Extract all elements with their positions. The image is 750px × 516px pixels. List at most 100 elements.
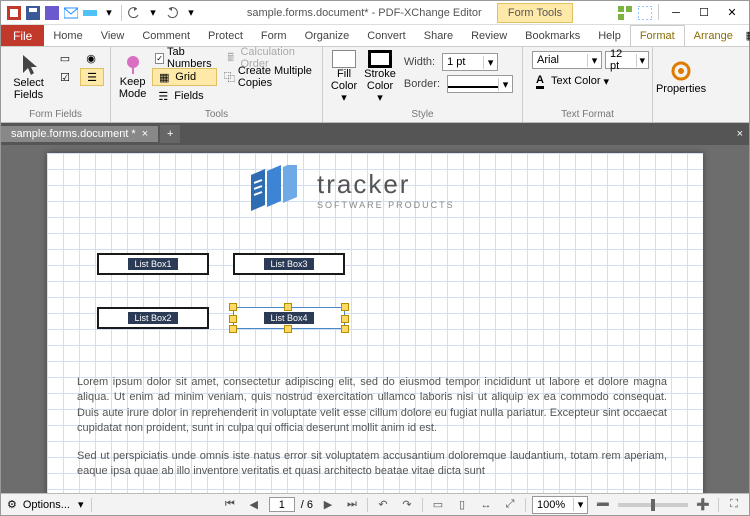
stroke-color-button[interactable]: Stroke Color▾ (363, 49, 397, 105)
first-page-button[interactable]: ⏮ (221, 497, 239, 513)
checked-icon: ✓ (155, 53, 164, 64)
zoom-actual-button[interactable]: ▭ (429, 497, 447, 513)
fields-icon: ☴ (155, 88, 171, 104)
tab-arrange[interactable]: Arrange (685, 25, 742, 46)
font-dropdown[interactable]: Arial▾ (532, 51, 602, 69)
resize-handle-s[interactable] (284, 325, 292, 333)
resize-handle-sw[interactable] (229, 325, 237, 333)
app-icon[interactable] (5, 4, 23, 22)
radio-icon: ◉ (83, 50, 99, 66)
new-tab-button[interactable]: + (160, 125, 180, 143)
tab-comment[interactable]: Comment (133, 25, 199, 46)
tab-protect[interactable]: Protect (199, 25, 252, 46)
ribbon-group-text-format: Arial▾ 12 pt▾ AText Color ▾ Text Format (523, 47, 653, 122)
close-all-button[interactable]: × (731, 128, 749, 140)
text-field-button[interactable]: ▭ (54, 49, 76, 67)
resize-handle-w[interactable] (229, 315, 237, 323)
tab-help[interactable]: Help (589, 25, 630, 46)
gear-icon[interactable]: ⚙ (7, 498, 17, 511)
document-tab-bar: sample.forms.document *× + × (1, 123, 749, 145)
zoom-page-button[interactable]: ⤢ (501, 497, 519, 513)
nav-back-button[interactable]: ↶ (374, 497, 392, 513)
titlebar: ▾ ▾ ▾ sample.forms.document* - PDF-XChan… (1, 1, 749, 25)
resize-handle-ne[interactable] (341, 303, 349, 311)
prev-page-button[interactable]: ◀ (245, 497, 263, 513)
last-page-button[interactable]: ⏭ (343, 497, 361, 513)
zoom-out-button[interactable]: ➖ (594, 497, 612, 513)
fields-button[interactable]: ☴Fields (152, 87, 217, 105)
listbox-2[interactable]: List Box2 (97, 307, 209, 329)
nav-fwd-button[interactable]: ↷ (398, 497, 416, 513)
tab-view[interactable]: View (92, 25, 134, 46)
keep-mode-button[interactable]: Keep Mode (117, 49, 148, 105)
document-canvas[interactable]: tracker SOFTWARE PRODUCTS List Box1 List… (1, 145, 749, 493)
listbox-1[interactable]: List Box1 (97, 253, 209, 275)
text-color-button[interactable]: AText Color ▾ (529, 72, 652, 90)
zoom-fit-button[interactable]: ▯ (453, 497, 471, 513)
save-icon[interactable] (24, 4, 42, 22)
listbox-3[interactable]: List Box3 (233, 253, 345, 275)
redo-dropdown-icon[interactable]: ▾ (182, 4, 200, 22)
fontsize-dropdown[interactable]: 12 pt▾ (605, 51, 649, 69)
ribbon-group-properties: Properties (653, 47, 723, 122)
tab-numbers-toggle[interactable]: ✓Tab Numbers (152, 49, 217, 67)
quick-launch-icon[interactable]: ▦ (742, 27, 750, 45)
zoom-dropdown[interactable]: 100%▾ (532, 496, 588, 514)
contextual-tab-label: Form Tools (497, 3, 573, 23)
tab-organize[interactable]: Organize (296, 25, 359, 46)
border-dropdown[interactable]: ▾ (447, 75, 513, 93)
grid-toggle[interactable]: ▦Grid (152, 68, 217, 86)
scan-icon[interactable] (81, 4, 99, 22)
fill-color-button[interactable]: Fill Color▾ (329, 49, 359, 105)
tab-home[interactable]: Home (44, 25, 91, 46)
fill-color-swatch (332, 50, 356, 68)
properties-button[interactable]: Properties (659, 49, 703, 105)
save-as-icon[interactable] (43, 4, 61, 22)
ui-options-icon[interactable] (616, 4, 634, 22)
document-tab[interactable]: sample.forms.document *× (1, 126, 158, 142)
file-tab[interactable]: File (1, 25, 44, 46)
qat-dropdown-icon[interactable]: ▾ (100, 4, 118, 22)
undo-icon[interactable] (125, 4, 143, 22)
resize-handle-nw[interactable] (229, 303, 237, 311)
select-fields-button[interactable]: Select Fields (7, 49, 50, 105)
options-button[interactable]: Options... (23, 499, 70, 511)
zoom-slider[interactable] (618, 503, 688, 507)
calc-icon: 🖩 (224, 50, 238, 66)
resize-handle-e[interactable] (341, 315, 349, 323)
stroke-color-swatch (368, 50, 392, 68)
tab-format[interactable]: Format (630, 25, 685, 46)
listbox-field-button[interactable]: ☰ (80, 68, 104, 86)
tab-close-icon[interactable]: × (142, 128, 148, 140)
zoom-in-button[interactable]: ➕ (694, 497, 712, 513)
quick-access-toolbar: ▾ ▾ ▾ (1, 4, 204, 22)
maximize-button[interactable]: ☐ (691, 4, 717, 22)
undo-dropdown-icon[interactable]: ▾ (144, 4, 162, 22)
redo-icon[interactable] (163, 4, 181, 22)
width-dropdown[interactable]: 1 pt▾ (442, 53, 498, 71)
tab-review[interactable]: Review (462, 25, 516, 46)
resize-handle-n[interactable] (284, 303, 292, 311)
launch-icon[interactable] (636, 4, 654, 22)
border-row: Border: ▾ (401, 75, 516, 93)
zoom-width-button[interactable]: ↔ (477, 497, 495, 513)
next-page-button[interactable]: ▶ (319, 497, 337, 513)
resize-handle-se[interactable] (341, 325, 349, 333)
minimize-button[interactable]: ─ (663, 4, 689, 22)
listbox-4-selected[interactable]: List Box4 (233, 307, 345, 329)
mail-icon[interactable] (62, 4, 80, 22)
radio-field-button[interactable]: ◉ (80, 49, 104, 67)
tab-form[interactable]: Form (252, 25, 296, 46)
close-button[interactable]: ✕ (719, 4, 745, 22)
page-input[interactable] (269, 497, 295, 512)
fullscreen-button[interactable]: ⛶ (725, 497, 743, 513)
page-count: / 6 (301, 499, 313, 511)
listbox-icon: ☰ (84, 69, 100, 85)
ribbon-group-form-fields: Select Fields ▭ ☑ ◉ ☰ Form Fields (1, 47, 111, 122)
tab-convert[interactable]: Convert (358, 25, 415, 46)
tab-share[interactable]: Share (415, 25, 462, 46)
checkbox-field-button[interactable]: ☑ (54, 68, 76, 86)
create-copies-button[interactable]: ⿻Create Multiple Copies (221, 68, 316, 86)
tab-bookmarks[interactable]: Bookmarks (516, 25, 589, 46)
font-row: Arial▾ 12 pt▾ (529, 51, 652, 69)
